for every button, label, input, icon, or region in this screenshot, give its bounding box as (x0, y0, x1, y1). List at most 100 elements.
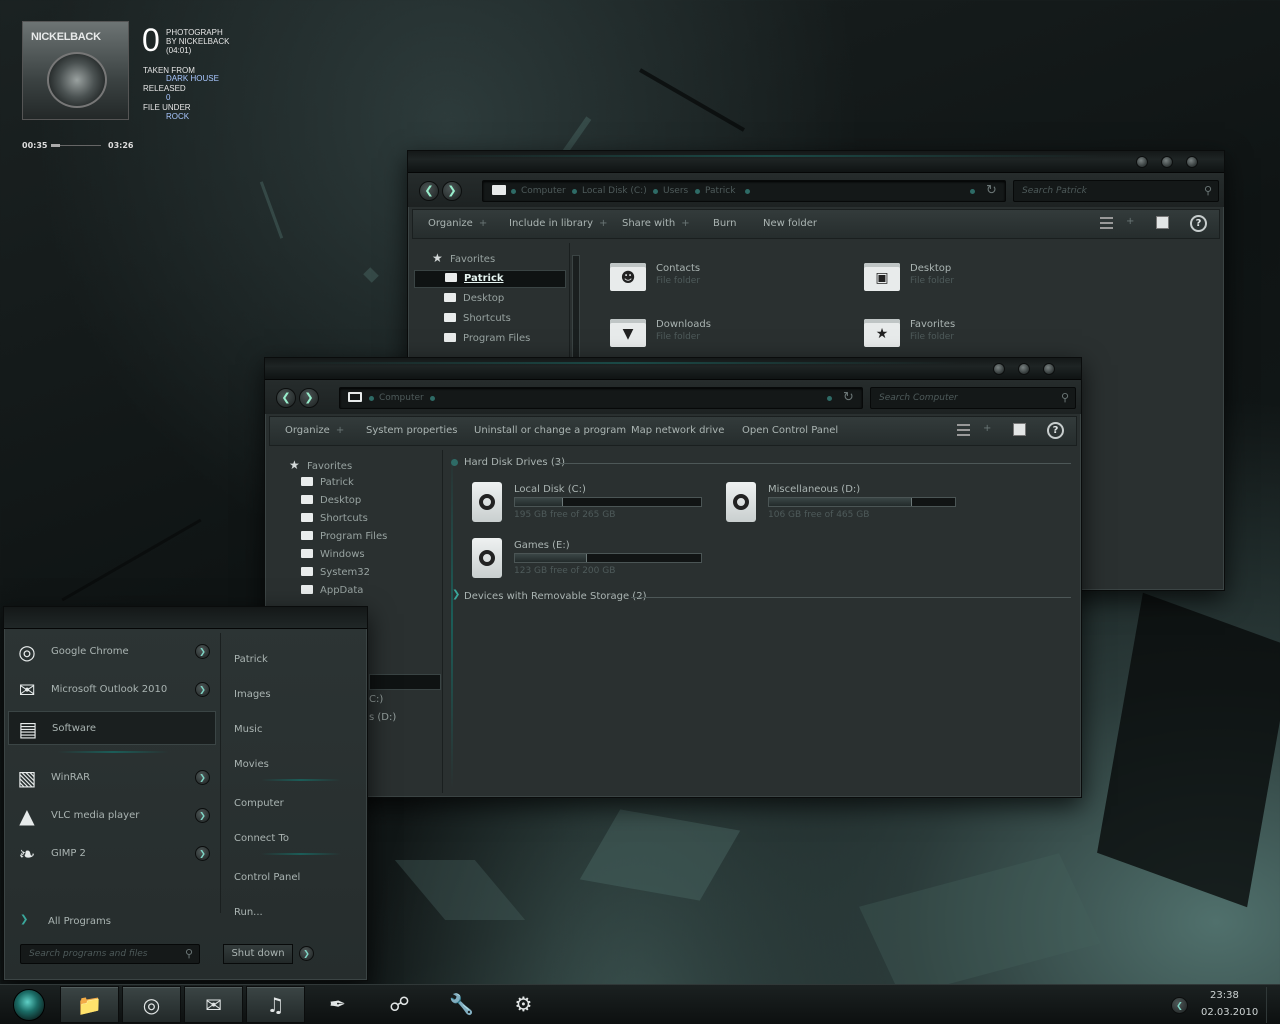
back-button[interactable]: ❮ (276, 388, 296, 408)
explorer-window-computer[interactable]: ❮ ❯ Computer ↻ Search Computer ⚲ Organiz… (264, 357, 1082, 798)
taskbar-settings-button[interactable]: ⚙ (494, 986, 553, 1023)
nav-item-windows[interactable]: Windows (301, 549, 365, 567)
breadcrumb-computer[interactable]: Computer (521, 186, 566, 196)
tile-desktop[interactable]: ▣ Desktop File folder (864, 259, 1094, 299)
open-control-panel-button[interactable]: Open Control Panel (742, 425, 838, 436)
album-art[interactable]: NICKELBACK (22, 21, 129, 120)
start-search-input[interactable]: Search programs and files ⚲ (20, 944, 200, 964)
back-button[interactable]: ❮ (419, 181, 439, 201)
nav-favorites[interactable]: ★ Favorites (432, 251, 495, 269)
title-bar[interactable] (408, 151, 1224, 173)
pane-divider[interactable] (451, 450, 453, 789)
drive-games-e[interactable]: Games (E:) 123 GB free of 200 GB (472, 538, 712, 586)
taskbar-chrome-button[interactable]: ◎ (122, 986, 181, 1023)
nav-item-shortcuts[interactable]: Shortcuts (444, 313, 511, 331)
jump-list-arrow-icon[interactable]: ❯ (195, 846, 210, 861)
forward-button[interactable]: ❯ (299, 388, 319, 408)
minimize-button[interactable] (993, 363, 1005, 375)
change-view-icon[interactable] (1100, 217, 1113, 229)
removable-storage-header[interactable]: Devices with Removable Storage (2) (464, 591, 646, 602)
all-programs-button[interactable]: ❯ All Programs (8, 905, 216, 939)
view-dropdown-icon[interactable]: + (1126, 216, 1134, 227)
shut-down-button[interactable]: Shut down (223, 944, 293, 964)
system-properties-button[interactable]: System properties (366, 425, 458, 436)
link-connect-to[interactable]: Connect To (234, 833, 289, 844)
show-desktop-button[interactable] (1266, 987, 1278, 1023)
jump-list-arrow-icon[interactable]: ❯ (195, 808, 210, 823)
minimize-button[interactable] (1136, 156, 1148, 168)
jump-list-arrow-icon[interactable]: ❯ (195, 682, 210, 697)
start-button[interactable] (13, 989, 45, 1021)
search-input[interactable]: Search Patrick ⚲ (1013, 180, 1219, 202)
taskbar-mail-button[interactable]: ✉ (184, 986, 243, 1023)
shutdown-options-arrow-icon[interactable]: ❯ (299, 946, 314, 961)
nav-item-desktop[interactable]: Desktop (444, 293, 504, 311)
jump-list-arrow-icon[interactable]: ❯ (195, 770, 210, 785)
tile-downloads[interactable]: ▼ Downloads File folder (610, 315, 840, 355)
share-with-button[interactable]: Share with + (622, 218, 690, 229)
burn-button[interactable]: Burn (713, 218, 736, 229)
link-computer[interactable]: Computer (234, 798, 284, 809)
refresh-icon[interactable]: ↻ (843, 390, 854, 405)
nav-item-system32[interactable]: System32 (301, 567, 370, 585)
tile-favorites[interactable]: ★ Favorites File folder (864, 315, 1094, 355)
forward-button[interactable]: ❯ (442, 181, 462, 201)
nav-item-misc-d[interactable]: s (D:) (369, 712, 396, 730)
uninstall-program-button[interactable]: Uninstall or change a program (474, 425, 626, 436)
program-gimp[interactable]: ❧ GIMP 2 ❯ (8, 837, 216, 871)
link-control-panel[interactable]: Control Panel (234, 872, 300, 883)
view-dropdown-icon[interactable]: + (983, 423, 991, 434)
link-patrick[interactable]: Patrick (234, 654, 268, 665)
address-bar[interactable]: Computer ↻ (339, 387, 863, 409)
refresh-icon[interactable]: ↻ (986, 183, 997, 198)
map-network-drive-button[interactable]: Map network drive (631, 425, 724, 436)
title-bar[interactable] (265, 358, 1081, 380)
link-music[interactable]: Music (234, 724, 262, 735)
program-outlook[interactable]: ✉ Microsoft Outlook 2010 ❯ (8, 673, 216, 707)
drive-local-disk-c[interactable]: Local Disk (C:) 195 GB free of 265 GB (472, 482, 712, 530)
nav-item-patrick[interactable]: Patrick (414, 270, 566, 288)
nav-item-shortcuts[interactable]: Shortcuts (301, 513, 368, 531)
search-icon[interactable]: ⚲ (185, 947, 193, 960)
nav-item-local-disk-c[interactable]: C:) (369, 694, 383, 712)
close-button[interactable] (1043, 363, 1055, 375)
link-images[interactable]: Images (234, 689, 271, 700)
nav-item-selected-drive[interactable] (369, 674, 441, 690)
link-movies[interactable]: Movies (234, 759, 269, 770)
new-folder-button[interactable]: New folder (763, 218, 817, 229)
program-google-chrome[interactable]: ◎ Google Chrome ❯ (8, 635, 216, 669)
search-icon[interactable]: ⚲ (1204, 184, 1212, 197)
nav-favorites[interactable]: ★ Favorites (289, 458, 352, 476)
expand-chevron-icon[interactable]: ❯ (452, 589, 460, 600)
drive-miscellaneous-d[interactable]: Miscellaneous (D:) 106 GB free of 465 GB (726, 482, 966, 530)
preview-pane-icon[interactable] (1013, 423, 1026, 436)
help-icon[interactable]: ? (1190, 215, 1207, 232)
organize-button[interactable]: Organize + (428, 218, 487, 229)
link-run[interactable]: Run... (234, 907, 263, 918)
breadcrumb-computer[interactable]: Computer (379, 393, 424, 403)
nav-item-program-files[interactable]: Program Files (301, 531, 387, 549)
maximize-button[interactable] (1018, 363, 1030, 375)
program-vlc[interactable]: ▲ VLC media player ❯ (8, 799, 216, 833)
close-button[interactable] (1186, 156, 1198, 168)
breadcrumb-local-disk[interactable]: Local Disk (C:) (582, 186, 647, 196)
taskbar-feather-button[interactable]: ✒ (308, 986, 367, 1023)
breadcrumb-users[interactable]: Users (663, 186, 688, 196)
nav-item-desktop[interactable]: Desktop (301, 495, 361, 513)
tile-contacts[interactable]: ☻ Contacts File folder (610, 259, 840, 299)
include-in-library-button[interactable]: Include in library + (509, 218, 607, 229)
preview-pane-icon[interactable] (1156, 216, 1169, 229)
nav-item-program-files[interactable]: Program Files (444, 333, 530, 351)
taskbar-music-button[interactable]: ♫ (246, 986, 305, 1023)
taskbar-tools-button[interactable]: 🔧 (432, 986, 491, 1023)
taskbar-link-button[interactable]: ☍ (370, 986, 429, 1023)
jump-list-arrow-icon[interactable]: ❯ (195, 644, 210, 659)
playback-progress[interactable] (51, 144, 101, 147)
change-view-icon[interactable] (957, 424, 970, 436)
help-icon[interactable]: ? (1047, 422, 1064, 439)
search-icon[interactable]: ⚲ (1061, 391, 1069, 404)
taskbar-explorer-button[interactable]: 📁 (60, 986, 119, 1023)
search-input[interactable]: Search Computer ⚲ (870, 387, 1076, 409)
address-dropdown-icon[interactable] (970, 189, 975, 194)
nav-item-patrick[interactable]: Patrick (301, 477, 354, 495)
